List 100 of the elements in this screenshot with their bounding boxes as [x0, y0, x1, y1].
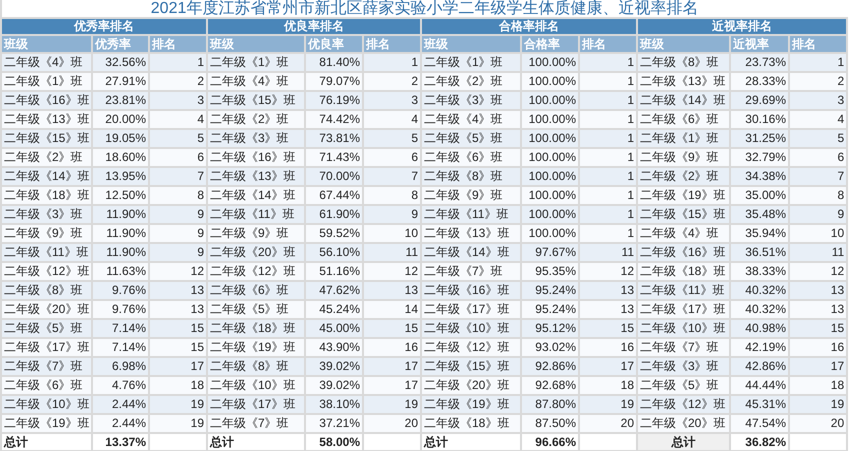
- table-cell: 56.10%: [305, 243, 363, 262]
- table-cell: 11: [363, 243, 421, 262]
- table-cell: 95.12%: [521, 319, 579, 338]
- table-cell: 2: [149, 72, 207, 91]
- table-cell: 2.44%: [92, 395, 149, 414]
- table-cell: 6.98%: [92, 357, 149, 376]
- table-cell: 17: [149, 357, 207, 376]
- table-cell: 二年级《12》班: [637, 395, 730, 414]
- table-cell: 二年级《20》班: [1, 300, 92, 319]
- table-cell: 二年级《17》班: [207, 395, 305, 414]
- table-cell: 74.42%: [305, 110, 363, 129]
- table-cell: 6: [363, 148, 421, 167]
- table-cell: 4: [149, 110, 207, 129]
- table-cell: 19: [579, 395, 637, 414]
- table-cell: 31.25%: [730, 129, 789, 148]
- table-cell: 20: [789, 414, 848, 433]
- column-header: 排名: [363, 35, 421, 53]
- table-cell: 二年级《5》班: [421, 129, 521, 148]
- table-cell: 二年级《9》班: [207, 224, 305, 243]
- table-cell: 二年级《8》班: [637, 53, 730, 72]
- table-cell: 2.44%: [92, 414, 149, 433]
- column-header: 班级: [1, 35, 92, 53]
- table-cell: 87.50%: [521, 414, 579, 433]
- table-cell: 19: [149, 395, 207, 414]
- table-cell: 二年级《3》班: [421, 91, 521, 110]
- table-cell: 100.00%: [521, 129, 579, 148]
- table-cell: 12: [579, 262, 637, 281]
- table-cell: 二年级《5》班: [1, 319, 92, 338]
- table-cell: 14: [363, 300, 421, 319]
- table-cell: 二年级《16》班: [207, 148, 305, 167]
- table-cell: 9.76%: [92, 281, 149, 300]
- table-cell: 15: [579, 319, 637, 338]
- total-label: 总计: [207, 433, 305, 451]
- table-cell: 12: [149, 262, 207, 281]
- table-cell: 二年级《12》班: [421, 338, 521, 357]
- table-cell: 二年级《3》班: [207, 129, 305, 148]
- table-cell: 二年级《1》班: [421, 53, 521, 72]
- table-cell: 二年级《2》班: [421, 72, 521, 91]
- total-value: 36.82%: [730, 433, 789, 451]
- table-cell: 5: [789, 129, 848, 148]
- table-cell: 38.33%: [730, 262, 789, 281]
- table-cell: 76.19%: [305, 91, 363, 110]
- table-cell: 13: [363, 281, 421, 300]
- table-cell: 二年级《12》班: [1, 262, 92, 281]
- table-cell: 30.16%: [730, 110, 789, 129]
- table-cell: 二年级《18》班: [1, 186, 92, 205]
- table-cell: 32.79%: [730, 148, 789, 167]
- table-cell: 92.68%: [521, 376, 579, 395]
- table-cell: 42.86%: [730, 357, 789, 376]
- table-cell: 97.67%: [521, 243, 579, 262]
- table-cell: 7: [363, 167, 421, 186]
- table-cell: 1: [149, 53, 207, 72]
- table-cell: 二年级《19》班: [637, 186, 730, 205]
- table-cell: 40.32%: [730, 300, 789, 319]
- table-cell: 9: [149, 205, 207, 224]
- table-cell: 35.00%: [730, 186, 789, 205]
- table-cell: 1: [579, 224, 637, 243]
- table-cell: 18: [579, 376, 637, 395]
- table-cell: 二年级《15》班: [421, 357, 521, 376]
- table-cell: 二年级《17》班: [1, 338, 92, 357]
- table-cell: 二年级《7》班: [421, 262, 521, 281]
- table-cell: 95.24%: [521, 300, 579, 319]
- table-cell: 23.81%: [92, 91, 149, 110]
- table-cell: 100.00%: [521, 224, 579, 243]
- table-cell: 7.14%: [92, 319, 149, 338]
- table-cell: 44.44%: [730, 376, 789, 395]
- table-cell: 二年级《15》班: [1, 129, 92, 148]
- table-cell: 二年级《13》班: [1, 110, 92, 129]
- table-cell: 87.80%: [521, 395, 579, 414]
- table-cell: 27.91%: [92, 72, 149, 91]
- table-cell: 二年级《2》班: [1, 148, 92, 167]
- table-cell: 5: [149, 129, 207, 148]
- table-cell: 34.38%: [730, 167, 789, 186]
- table-cell: 1: [579, 91, 637, 110]
- table-cell: 100.00%: [521, 110, 579, 129]
- table-cell: 二年级《17》班: [421, 300, 521, 319]
- table-cell: 二年级《11》班: [207, 205, 305, 224]
- total-value: 96.66%: [521, 433, 579, 451]
- table-cell: 7: [149, 167, 207, 186]
- table-cell: 二年级《10》班: [421, 319, 521, 338]
- table-cell: 8: [789, 186, 848, 205]
- table-cell: 19: [149, 414, 207, 433]
- table-cell: 17: [579, 357, 637, 376]
- table-cell: 51.16%: [305, 262, 363, 281]
- table-cell: 39.02%: [305, 376, 363, 395]
- table-cell: 9: [789, 205, 848, 224]
- table-cell: 二年级《12》班: [207, 262, 305, 281]
- table-cell: 81.40%: [305, 53, 363, 72]
- table-cell: 3: [789, 91, 848, 110]
- table-cell: 70.00%: [305, 167, 363, 186]
- table-cell: 9.76%: [92, 300, 149, 319]
- table-cell: 二年级《6》班: [637, 110, 730, 129]
- table-cell: 1: [579, 186, 637, 205]
- table-cell: 71.43%: [305, 148, 363, 167]
- table-cell: 1: [579, 72, 637, 91]
- table-cell: 二年级《9》班: [637, 148, 730, 167]
- column-header: 排名: [789, 35, 848, 53]
- table-cell: 28.33%: [730, 72, 789, 91]
- table-cell: 100.00%: [521, 148, 579, 167]
- column-header: 排名: [579, 35, 637, 53]
